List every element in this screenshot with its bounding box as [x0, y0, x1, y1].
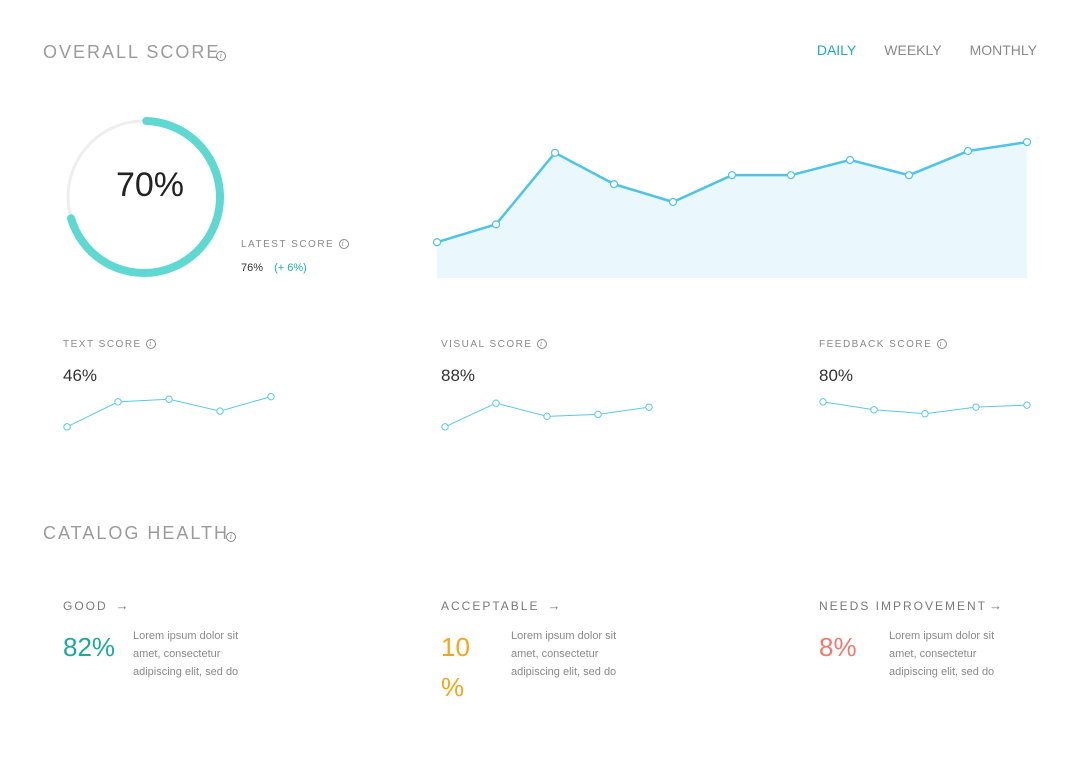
description-line: amet, consectetur	[511, 648, 599, 660]
tab-daily[interactable]: DAILY	[817, 42, 856, 58]
sparkline-point	[543, 412, 551, 421]
description-line: amet, consectetur	[889, 648, 977, 660]
chart-data-point[interactable]	[432, 238, 442, 247]
chart-data-point[interactable]	[491, 220, 501, 229]
info-icon[interactable]: i	[146, 339, 156, 350]
catalog-card-needs-improvement-link[interactable]: NEEDS IMPROVEMENT →	[819, 598, 1059, 613]
chart-data-point[interactable]	[550, 148, 560, 157]
feedback-score-value: 80%	[819, 366, 854, 385]
overall-score-donut: 70%	[62, 114, 228, 280]
sparkline-point	[492, 399, 500, 407]
feedback-score-sparkline	[819, 398, 1031, 418]
sparkline-point	[165, 395, 173, 403]
catalog-card-acceptable-value: 10 %	[441, 632, 470, 702]
catalog-card-acceptable: ACCEPTABLE → 10 % Lorem ipsum dolor sit …	[441, 598, 681, 707]
sparkline-point	[63, 423, 71, 431]
description-line: amet, consectetur	[133, 648, 221, 660]
catalog-card-needs-improvement-description: Lorem ipsum dolor sit amet, consectetur …	[889, 627, 1017, 681]
catalog-card-needs-improvement: NEEDS IMPROVEMENT → 8% Lorem ipsum dolor…	[819, 598, 1059, 681]
latest-score-change: (+ 6%)	[274, 262, 307, 274]
catalog-health-title: CATALOG HEALTH	[43, 523, 229, 544]
chart-data-point[interactable]	[609, 180, 619, 189]
catalog-health-title-text: CATALOG HEALTH	[43, 523, 230, 543]
arrow-right-icon[interactable]: →	[116, 598, 131, 613]
overall-score-value: 70%	[115, 166, 185, 204]
chart-data-point[interactable]	[1022, 137, 1032, 147]
overall-score-title: OVERALL SCORE	[43, 42, 220, 63]
catalog-card-acceptable-label[interactable]: ACCEPTABLE	[441, 599, 539, 613]
catalog-card-good-body: 82% Lorem ipsum dolor sit amet, consecte…	[63, 627, 303, 681]
latest-score: LATEST SCORE i 76% (+ 6%)	[241, 239, 349, 274]
tab-monthly[interactable]: MONTHLY	[970, 42, 1037, 58]
tab-weekly[interactable]: WEEKLY	[884, 42, 941, 58]
sparkline-point	[819, 398, 827, 406]
chart-data-point[interactable]	[845, 155, 855, 165]
info-icon[interactable]: i	[936, 339, 947, 350]
catalog-card-good-label[interactable]: GOOD	[63, 599, 108, 613]
description-line: adipiscing elit, sed do	[511, 666, 617, 678]
feedback-score: FEEDBACK SCORE i 80%	[819, 339, 1079, 386]
visual-score-label: VISUAL SCORE	[441, 339, 533, 350]
catalog-card-good-value: 82%	[63, 632, 116, 662]
feedback-score-label: FEEDBACK SCORE	[819, 339, 933, 350]
catalog-card-acceptable-body: 10 % Lorem ipsum dolor sit amet, consect…	[441, 627, 681, 707]
arrow-right-icon[interactable]: →	[547, 598, 562, 613]
sparkline-point	[594, 410, 602, 419]
catalog-card-needs-improvement-value: 8%	[819, 632, 857, 662]
info-icon[interactable]: i	[226, 532, 236, 542]
feedback-score-label-row: FEEDBACK SCORE i	[819, 339, 1079, 350]
info-icon[interactable]: i	[536, 339, 547, 350]
text-score-value: 46%	[63, 366, 98, 385]
overall-score-trend-chart	[432, 137, 1032, 278]
period-tabs: DAILY WEEKLY MONTHLY	[817, 42, 1037, 58]
visual-score: VISUAL SCORE i 88%	[441, 339, 701, 386]
catalog-card-good-description: Lorem ipsum dolor sit amet, consectetur …	[133, 627, 261, 681]
visual-score-value: 88%	[441, 366, 476, 385]
description-line: adipiscing elit, sed do	[133, 666, 239, 678]
sparkline-point	[1023, 401, 1031, 409]
sparkline-point	[972, 403, 980, 411]
text-score-sparkline	[63, 392, 275, 431]
sparkline-point	[870, 406, 878, 414]
text-score-label-row: TEXT SCORE i	[63, 339, 323, 350]
sparkline-point	[441, 423, 449, 431]
catalog-card-good-link[interactable]: GOOD →	[63, 598, 303, 613]
catalog-card-acceptable-description: Lorem ipsum dolor sit amet, consectetur …	[511, 627, 639, 707]
arrow-right-icon[interactable]: →	[989, 598, 1004, 613]
catalog-card-good: GOOD → 82% Lorem ipsum dolor sit amet, c…	[63, 598, 303, 681]
overall-score-title-text: OVERALL SCORE	[43, 42, 221, 62]
latest-score-label: LATEST SCORE	[241, 239, 335, 250]
catalog-card-needs-improvement-body: 8% Lorem ipsum dolor sit amet, consectet…	[819, 627, 1059, 681]
sparkline-point	[114, 398, 122, 406]
description-line: Lorem ipsum dolor sit	[133, 630, 239, 642]
text-score-label: TEXT SCORE	[63, 339, 142, 350]
chart-data-point[interactable]	[786, 171, 796, 180]
info-icon[interactable]: i	[338, 239, 349, 250]
info-icon[interactable]: i	[216, 51, 226, 61]
catalog-card-acceptable-link[interactable]: ACCEPTABLE →	[441, 598, 681, 613]
chart-data-point[interactable]	[904, 171, 914, 180]
sparkline-point	[921, 410, 929, 418]
latest-score-value: 76%	[241, 262, 264, 274]
chart-data-point[interactable]	[963, 146, 973, 156]
chart-data-point[interactable]	[668, 197, 678, 207]
sparkline-point	[216, 407, 224, 415]
sparkline-point	[645, 403, 653, 411]
catalog-card-needs-improvement-label[interactable]: NEEDS IMPROVEMENT	[819, 599, 987, 613]
chart-data-point[interactable]	[727, 171, 737, 180]
visual-score-sparkline	[441, 399, 653, 431]
description-line: adipiscing elit, sed do	[889, 666, 995, 678]
latest-score-row: 76% (+ 6%)	[241, 262, 349, 274]
description-line: Lorem ipsum dolor sit	[889, 630, 995, 642]
description-line: Lorem ipsum dolor sit	[511, 630, 617, 642]
visual-score-label-row: VISUAL SCORE i	[441, 339, 701, 350]
text-score: TEXT SCORE i 46%	[63, 339, 323, 386]
sparkline-point	[267, 392, 275, 401]
latest-score-label-row: LATEST SCORE i	[241, 239, 349, 250]
